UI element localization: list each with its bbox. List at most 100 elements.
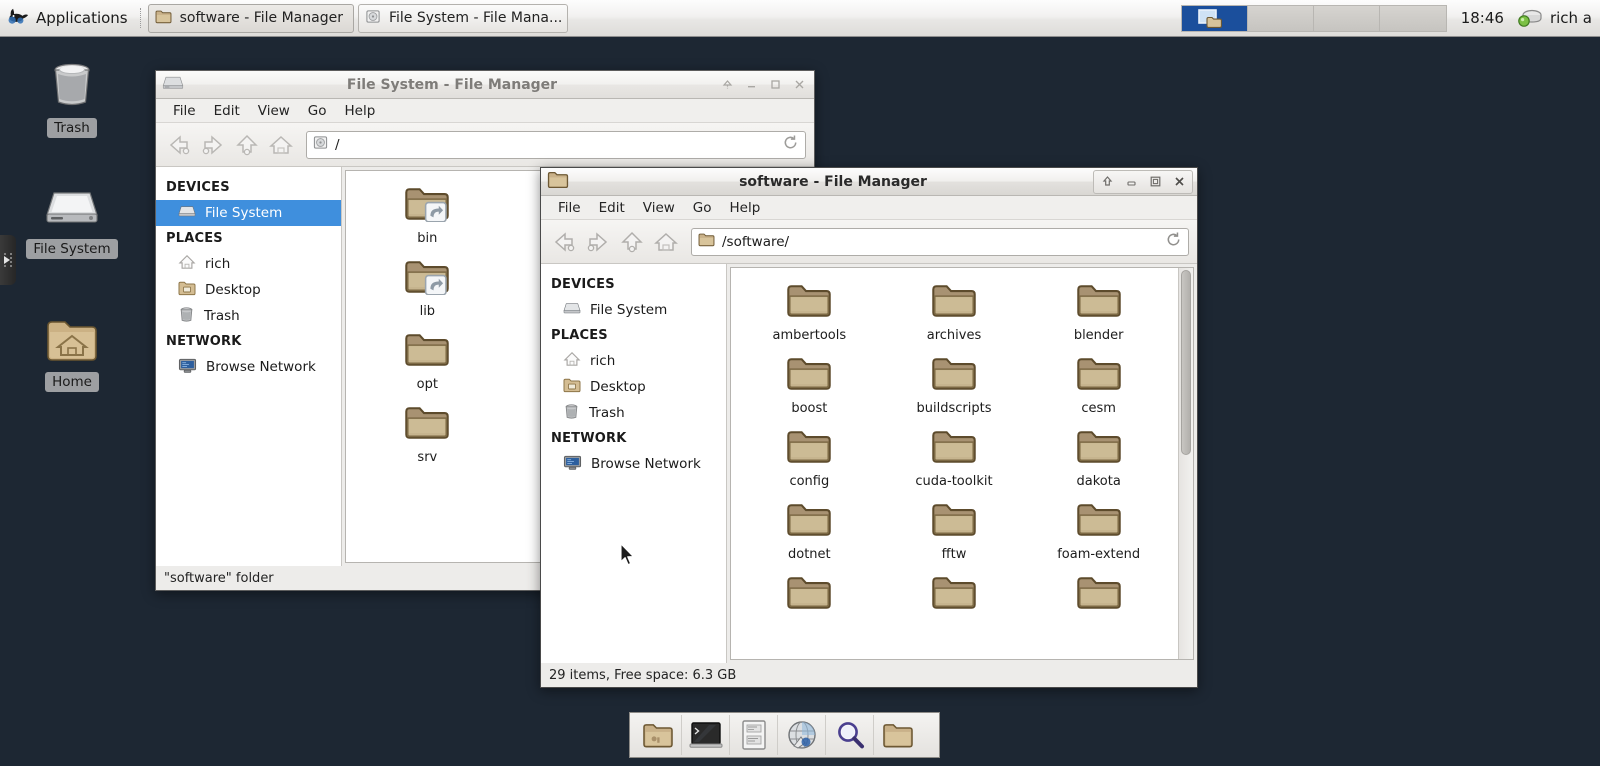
dock-item-file-manager[interactable]: [634, 715, 682, 755]
workspace-switcher[interactable]: [1180, 4, 1447, 32]
file-item[interactable]: foam-extend: [1026, 501, 1171, 562]
file-item[interactable]: srv: [352, 404, 503, 465]
menubar-front[interactable]: File Edit View Go Help: [541, 196, 1197, 220]
file-item[interactable]: buildscripts: [882, 355, 1027, 416]
panel-hide-handle[interactable]: [0, 235, 16, 285]
workspace-3[interactable]: [1313, 5, 1380, 31]
up-icon[interactable]: [617, 227, 647, 257]
menu-view[interactable]: View: [634, 198, 684, 218]
file-item[interactable]: [737, 574, 882, 620]
workspace-4[interactable]: [1379, 5, 1446, 31]
sidebar-item-browse-network[interactable]: Browse Network: [156, 354, 341, 380]
dock-item-folder[interactable]: [874, 715, 922, 755]
desktop-icon-home[interactable]: Home: [24, 316, 120, 392]
taskbar-item-file-system[interactable]: File System - File Mana...: [357, 3, 568, 33]
dock-item-search[interactable]: [826, 715, 874, 755]
reload-icon[interactable]: [1165, 231, 1182, 252]
sidebar-item-rich[interactable]: rich: [541, 348, 726, 374]
scrollbar-thumb[interactable]: [1181, 270, 1191, 455]
file-item[interactable]: archives: [882, 282, 1027, 343]
taskbar-item-software[interactable]: software - File Manager: [147, 3, 354, 33]
menu-edit[interactable]: Edit: [205, 101, 249, 121]
menu-edit[interactable]: Edit: [590, 198, 634, 218]
sidebar-back[interactable]: DEVICES File System PLACES rich Desktop: [156, 167, 342, 566]
file-item[interactable]: cuda-toolkit: [882, 428, 1027, 489]
sidebar-item-desktop[interactable]: Desktop: [541, 374, 726, 400]
menu-help[interactable]: Help: [721, 198, 770, 218]
file-item[interactable]: fftw: [882, 501, 1027, 562]
path-entry-front[interactable]: /software/: [691, 227, 1189, 256]
menubar-back[interactable]: File Edit View Go Help: [156, 99, 814, 123]
dock-panel[interactable]: [629, 712, 940, 758]
sidebar-item-trash[interactable]: Trash: [156, 303, 341, 329]
vertical-scrollbar[interactable]: [1178, 268, 1193, 659]
dock-item-text-editor[interactable]: [730, 715, 778, 755]
applications-menu-button[interactable]: Applications: [2, 2, 136, 34]
close-icon[interactable]: [1168, 172, 1190, 192]
forward-icon[interactable]: [198, 130, 228, 160]
file-pane-front[interactable]: ambertools archives blender boost buildscrip…: [730, 267, 1194, 660]
window-buttons-front[interactable]: [1093, 169, 1193, 194]
toolbar-back[interactable]: /: [156, 123, 814, 167]
file-item[interactable]: ambertools: [737, 282, 882, 343]
sidebar-item-label: Trash: [204, 308, 240, 324]
sidebar-item-desktop[interactable]: Desktop: [156, 277, 341, 303]
shade-icon[interactable]: [716, 75, 738, 95]
sidebar-group-places: PLACES: [551, 328, 608, 343]
file-item[interactable]: bin: [352, 185, 503, 246]
file-item[interactable]: boost: [737, 355, 882, 416]
menu-file[interactable]: File: [164, 101, 205, 121]
top-panel[interactable]: Applications software - File Manager Fil…: [0, 0, 1600, 37]
file-item[interactable]: config: [737, 428, 882, 489]
window-buttons-back[interactable]: [716, 75, 810, 95]
username-label[interactable]: rich a: [1546, 9, 1600, 27]
dock-item-terminal[interactable]: [682, 715, 730, 755]
folder-icon: [155, 9, 172, 28]
maximize-icon[interactable]: [764, 75, 786, 95]
minimize-icon[interactable]: [1120, 172, 1142, 192]
maximize-icon[interactable]: [1144, 172, 1166, 192]
window-software[interactable]: software - File Manager File Edit View G…: [540, 167, 1198, 688]
menu-view[interactable]: View: [249, 101, 299, 121]
path-entry-back[interactable]: /: [306, 130, 806, 159]
dock-item-web-browser[interactable]: [778, 715, 826, 755]
reload-icon[interactable]: [782, 134, 799, 155]
clock[interactable]: 18:46: [1451, 9, 1514, 27]
sidebar-item-browse-network[interactable]: Browse Network: [541, 451, 726, 477]
minimize-icon[interactable]: [740, 75, 762, 95]
file-item[interactable]: dotnet: [737, 501, 882, 562]
titlebar-file-system[interactable]: File System - File Manager: [156, 71, 814, 99]
file-item[interactable]: opt: [352, 331, 503, 392]
back-icon[interactable]: [549, 227, 579, 257]
forward-icon[interactable]: [583, 227, 613, 257]
back-icon[interactable]: [164, 130, 194, 160]
file-item[interactable]: blender: [1026, 282, 1171, 343]
file-item[interactable]: [882, 574, 1027, 620]
file-item[interactable]: lib: [352, 258, 503, 319]
titlebar-software[interactable]: software - File Manager: [541, 168, 1197, 196]
menu-help[interactable]: Help: [336, 101, 385, 121]
sidebar-front[interactable]: DEVICES File System PLACES rich Desktop: [541, 264, 727, 663]
home-icon[interactable]: [651, 227, 681, 257]
menu-go[interactable]: Go: [684, 198, 721, 218]
file-item[interactable]: dakota: [1026, 428, 1171, 489]
file-item[interactable]: cesm: [1026, 355, 1171, 416]
home-icon[interactable]: [266, 130, 296, 160]
desktop-icon-file-system[interactable]: File System: [24, 185, 120, 259]
close-icon[interactable]: [788, 75, 810, 95]
menu-go[interactable]: Go: [299, 101, 336, 121]
sidebar-item-file-system[interactable]: File System: [156, 200, 341, 226]
user-switch-icon[interactable]: [1514, 4, 1546, 32]
file-item[interactable]: [1026, 574, 1171, 620]
desktop-icon-trash[interactable]: Trash: [24, 58, 120, 138]
sidebar-item-trash[interactable]: Trash: [541, 400, 726, 426]
toolbar-front[interactable]: /software/: [541, 220, 1197, 264]
path-value: /software/: [722, 233, 790, 250]
menu-file[interactable]: File: [549, 198, 590, 218]
workspace-2[interactable]: [1247, 5, 1314, 31]
workspace-1[interactable]: [1181, 5, 1248, 31]
sidebar-item-file-system[interactable]: File System: [541, 297, 726, 323]
shade-icon[interactable]: [1096, 172, 1118, 192]
sidebar-item-rich[interactable]: rich: [156, 251, 341, 277]
up-icon[interactable]: [232, 130, 262, 160]
